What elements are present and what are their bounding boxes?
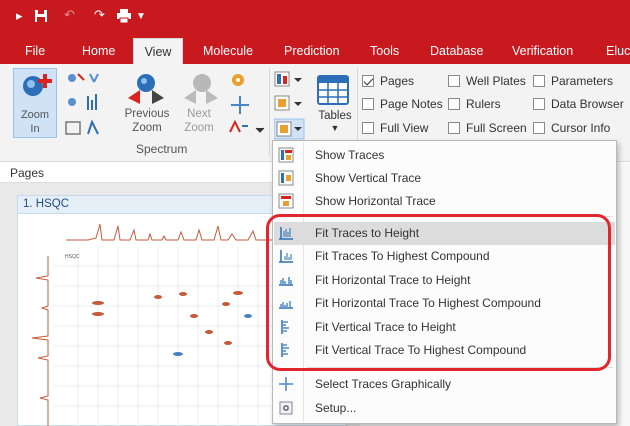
menu-item-fit-horizontal-trace-to-highest-compound[interactable]: Fit Horizontal Trace To Highest Compound <box>274 292 615 315</box>
traces-dropdown-menu: Show Traces Show Vertical Trace Show Hor… <box>272 140 617 424</box>
tab-view[interactable]: View <box>133 38 183 65</box>
zoom-in-label-1: Zoom <box>20 109 50 121</box>
next-zoom-icon <box>184 74 218 104</box>
menu-item-show-traces[interactable]: Show Traces <box>274 144 615 167</box>
checkbox-full-view[interactable]: Full View <box>362 121 428 135</box>
checkbox-well-plates[interactable]: Well Plates <box>448 74 526 88</box>
svg-text:HSQC: HSQC <box>65 254 80 260</box>
tab-file[interactable]: File <box>25 38 45 64</box>
checkbox-label: Full View <box>380 121 429 135</box>
checkbox-label: Well Plates <box>466 74 526 88</box>
menu-item-label: Fit Traces to Height <box>315 226 420 240</box>
checkbox-box[interactable] <box>533 122 545 134</box>
crosshair-icon <box>279 377 293 391</box>
tab-verification[interactable]: Verification <box>512 38 573 64</box>
trace-buttons[interactable] <box>274 70 306 140</box>
checkbox-label: Rulers <box>466 97 501 111</box>
menu-item-label: Fit Traces To Highest Compound <box>315 249 490 263</box>
print-icon[interactable] <box>116 9 132 23</box>
checkbox-pages[interactable]: Pages <box>362 74 414 88</box>
zoom-in-icon <box>23 74 52 96</box>
ribbon-separator <box>269 68 270 156</box>
menu-item-label: Show Horizontal Trace <box>315 194 436 208</box>
menu-item-setup[interactable]: Setup... <box>274 397 615 420</box>
fit-traces-highest-icon <box>279 250 293 263</box>
show-traces-icon <box>278 147 294 163</box>
pages-panel-title: Pages <box>10 166 45 180</box>
checkbox-box[interactable] <box>362 122 374 134</box>
menu-item-label: Fit Horizontal Trace To Highest Compound <box>315 296 541 310</box>
menu-item-label: Setup... <box>315 401 357 415</box>
tables-icon <box>317 75 349 105</box>
zoom-in-button[interactable]: Zoom In <box>13 68 57 138</box>
checkbox-parameters[interactable]: Parameters <box>533 74 613 88</box>
tables-dropdown-icon[interactable]: ▼ <box>312 122 358 135</box>
setup-icon <box>279 401 293 415</box>
fit-vertical-height-icon <box>281 320 289 334</box>
menu-item-label: Show Traces <box>315 148 385 162</box>
undo-icon[interactable]: ↶ <box>64 8 75 22</box>
menu-item-label: Fit Horizontal Trace to Height <box>315 273 471 287</box>
checkbox-box[interactable] <box>448 75 460 87</box>
tab-molecule[interactable]: Molecule <box>203 38 253 64</box>
menu-item-label: Show Vertical Trace <box>315 171 422 185</box>
save-icon[interactable] <box>34 9 48 23</box>
show-vertical-trace-icon <box>278 170 294 186</box>
ribbon-tabs: File Home View Molecule Prediction Tools… <box>0 38 630 65</box>
checkbox-box[interactable] <box>533 75 545 87</box>
next-zoom-label-2[interactable]: Zoom <box>176 122 222 135</box>
title-bar: ▸ ↶ ↷ ▼ <box>0 0 630 38</box>
checkbox-label: Pages <box>380 74 415 88</box>
menu-item-show-vertical-trace[interactable]: Show Vertical Trace <box>274 167 615 190</box>
fit-traces-height-icon <box>279 227 293 240</box>
checkbox-full-screen[interactable]: Full Screen <box>448 121 527 135</box>
menu-item-fit-vertical-trace-to-height[interactable]: Fit Vertical Trace to Height <box>274 316 615 339</box>
checkbox-cursor-info[interactable]: Cursor Info <box>533 121 610 135</box>
redo-icon[interactable]: ↷ <box>94 8 105 22</box>
customize-toolbar-icon[interactable]: ▼ <box>136 10 146 24</box>
next-zoom-label-1[interactable]: Next <box>176 108 222 121</box>
checkbox-label: Data Browser <box>551 97 624 111</box>
menu-separator <box>307 216 613 217</box>
menu-item-label: Select Traces Graphically <box>315 377 452 391</box>
checkbox-rulers[interactable]: Rulers <box>448 97 501 111</box>
previous-zoom-icon <box>128 74 164 104</box>
previous-zoom-label-2[interactable]: Zoom <box>122 122 172 135</box>
checkbox-box[interactable] <box>533 98 545 110</box>
menu-item-fit-vertical-trace-to-highest-compound[interactable]: Fit Vertical Trace To Highest Compound <box>274 339 615 362</box>
menu-item-label: Fit Vertical Trace to Height <box>315 320 456 334</box>
tab-elucidation[interactable]: Eluc <box>606 38 630 64</box>
menu-item-show-horizontal-trace[interactable]: Show Horizontal Trace <box>274 190 615 213</box>
checkbox-box[interactable] <box>448 122 460 134</box>
checkbox-box[interactable] <box>362 75 374 87</box>
show-horizontal-trace-icon <box>278 193 294 209</box>
tab-prediction[interactable]: Prediction <box>284 38 340 64</box>
spectrum-group-label: Spectrum <box>136 142 188 156</box>
previous-zoom-label-1[interactable]: Previous <box>122 108 172 121</box>
checkbox-label: Cursor Info <box>551 121 611 135</box>
zoom-tools-icons[interactable] <box>64 70 114 140</box>
checkbox-page-notes[interactable]: Page Notes <box>362 97 443 111</box>
checkbox-label: Full Screen <box>466 121 527 135</box>
checkbox-label: Page Notes <box>380 97 443 111</box>
cursor-tools-icons[interactable] <box>226 70 266 136</box>
zoom-in-label-2: In <box>30 123 40 135</box>
fit-horizontal-height-icon <box>279 277 293 286</box>
menu-item-fit-horizontal-trace-to-height[interactable]: Fit Horizontal Trace to Height <box>274 269 615 292</box>
menu-item-select-traces-graphically[interactable]: Select Traces Graphically <box>274 373 615 396</box>
tab-home[interactable]: Home <box>82 38 115 64</box>
fit-horizontal-highest-icon <box>279 301 293 309</box>
menu-item-label: Fit Vertical Trace To Highest Compound <box>315 343 527 357</box>
fit-vertical-highest-icon <box>281 343 289 357</box>
tab-tools[interactable]: Tools <box>370 38 399 64</box>
checkbox-box[interactable] <box>448 98 460 110</box>
checkbox-box[interactable] <box>362 98 374 110</box>
menu-item-fit-traces-to-height[interactable]: Fit Traces to Height <box>274 222 615 245</box>
tab-database[interactable]: Database <box>430 38 484 64</box>
app-logo-icon[interactable]: ▸ <box>16 9 23 23</box>
checkbox-data-browser[interactable]: Data Browser <box>533 97 624 111</box>
menu-separator <box>307 367 613 368</box>
menu-item-fit-traces-to-highest-compound[interactable]: Fit Traces To Highest Compound <box>274 245 615 268</box>
checkbox-label: Parameters <box>551 74 614 88</box>
